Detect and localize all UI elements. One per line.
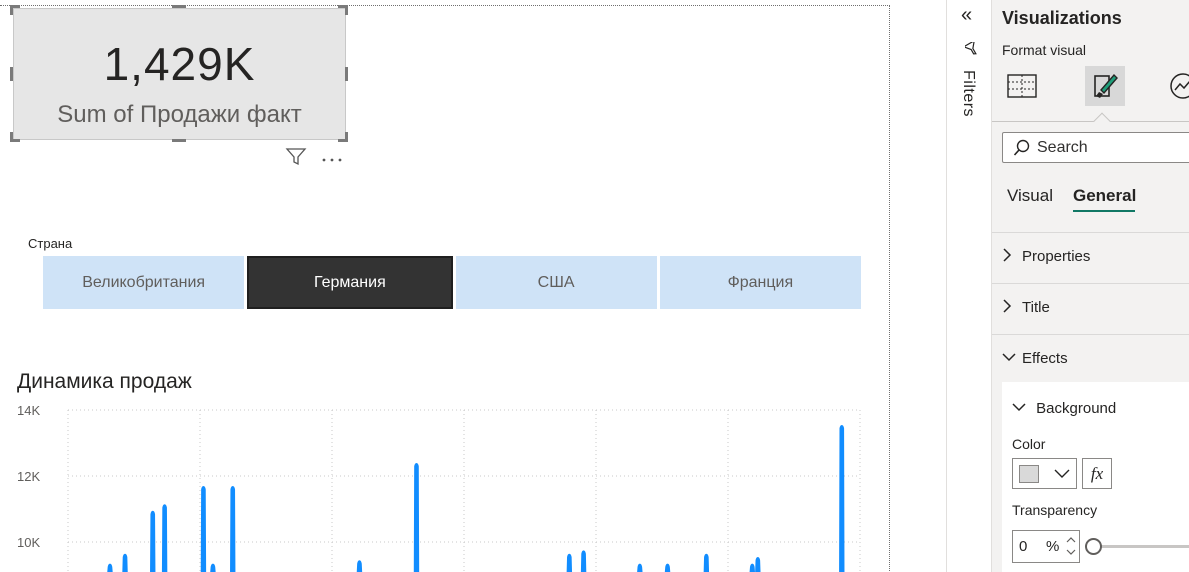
sales-line-chart[interactable]: 14K 12K 10K: [0, 395, 890, 572]
line-spike[interactable]: [200, 486, 207, 572]
color-swatch: [1019, 465, 1039, 483]
report-canvas[interactable]: 1,429K Sum of Продажи факт Страна Велико…: [0, 0, 946, 572]
filters-pane[interactable]: « Filters: [946, 0, 991, 572]
tab-visual[interactable]: Visual: [1007, 186, 1053, 206]
section-properties[interactable]: Properties: [992, 232, 1189, 282]
collapse-panes-icon[interactable]: «: [961, 4, 972, 27]
resize-handle-top-left[interactable]: [10, 5, 13, 15]
line-spike[interactable]: [664, 563, 671, 572]
background-card: Background Color fx Transparency 0 %: [1002, 382, 1189, 572]
tools-divider: [992, 121, 1189, 122]
active-tab-underline: [1073, 210, 1135, 212]
chart-title: Динамика продаж: [17, 370, 192, 393]
line-spike[interactable]: [230, 486, 236, 572]
section-label: Title: [1022, 299, 1050, 316]
y-tick-label: 12K: [17, 469, 40, 484]
line-spike[interactable]: [150, 510, 156, 572]
more-options-icon[interactable]: [321, 150, 343, 168]
fields-grid-icon: [1007, 74, 1037, 98]
tab-general[interactable]: General: [1073, 186, 1136, 206]
chevron-down-icon: [1012, 400, 1030, 417]
line-spike[interactable]: [210, 563, 216, 572]
slicer-option-germany[interactable]: Германия: [247, 256, 453, 309]
country-slicer: Великобритания Германия США Франция: [43, 256, 861, 309]
resize-handle-top[interactable]: [172, 5, 186, 8]
chevron-right-icon: [1002, 248, 1012, 265]
slicer-option-usa[interactable]: США: [455, 256, 657, 309]
line-spike[interactable]: [356, 560, 363, 572]
build-visual-tab[interactable]: [1002, 66, 1042, 106]
power-bi-report-editor: 1,429K Sum of Продажи факт Страна Велико…: [0, 0, 1189, 572]
y-tick-label: 14K: [17, 403, 40, 418]
transparency-unit: %: [1046, 538, 1060, 555]
line-spike[interactable]: [637, 563, 643, 572]
transparency-value: 0: [1019, 538, 1028, 555]
background-label: Background: [1036, 400, 1117, 417]
line-spike[interactable]: [703, 553, 710, 572]
kpi-card[interactable]: 1,429K Sum of Продажи факт: [13, 8, 346, 140]
color-label: Color: [1012, 436, 1046, 452]
resize-handle-bottom[interactable]: [172, 139, 186, 142]
background-header[interactable]: Background: [1012, 400, 1116, 417]
analytics-icon: [1170, 73, 1189, 99]
pane-title: Visualizations: [1002, 8, 1122, 28]
search-icon: [1013, 139, 1031, 162]
format-visual-label: Format visual: [1002, 42, 1087, 58]
chevron-down-icon: [1002, 350, 1016, 366]
transparency-input[interactable]: 0 %: [1012, 530, 1080, 563]
line-spike[interactable]: [413, 462, 420, 572]
resize-handle-right[interactable]: [345, 67, 348, 81]
color-picker[interactable]: [1012, 458, 1077, 489]
chevron-right-icon: [1002, 299, 1012, 316]
resize-handle-bottom-right[interactable]: [345, 132, 348, 142]
filter-icon[interactable]: [285, 147, 307, 172]
section-label: Properties: [1022, 248, 1091, 265]
line-spike[interactable]: [755, 557, 761, 572]
line-spike[interactable]: [161, 504, 168, 572]
kpi-value: 1,429K: [103, 38, 256, 90]
filters-pane-label[interactable]: Filters: [959, 70, 977, 117]
kpi-label: Sum of Продажи факт: [57, 101, 302, 128]
filter-pane-icon: [962, 39, 979, 59]
line-spike[interactable]: [749, 563, 755, 572]
format-brush-icon: [1094, 73, 1118, 98]
resize-handle-top-right[interactable]: [345, 5, 348, 15]
transparency-slider-thumb[interactable]: [1085, 538, 1102, 555]
line-spike[interactable]: [839, 425, 845, 572]
resize-handle-left[interactable]: [10, 67, 13, 81]
transparency-label: Transparency: [1012, 502, 1098, 518]
spin-buttons-icon[interactable]: [1065, 534, 1077, 562]
visual-header-icons: [285, 147, 343, 172]
slicer-option-france[interactable]: Франция: [659, 256, 861, 309]
section-label: Effects: [1022, 350, 1068, 367]
line-spike[interactable]: [122, 553, 128, 572]
visualizations-pane: Visualizations Format visual Search Visu…: [991, 0, 1189, 572]
y-tick-label: 10K: [17, 535, 40, 550]
resize-handle-bottom-left[interactable]: [10, 132, 13, 142]
conditional-format-button[interactable]: fx: [1082, 458, 1112, 489]
search-input[interactable]: [1037, 137, 1189, 159]
format-visual-tab[interactable]: [1085, 66, 1125, 106]
active-tool-indicator: [1093, 112, 1111, 130]
analytics-tab[interactable]: [1162, 66, 1189, 106]
search-box[interactable]: [1002, 132, 1189, 163]
section-title[interactable]: Title: [992, 283, 1189, 333]
chevron-down-icon: [1053, 464, 1071, 487]
slicer-option-uk[interactable]: Великобритания: [43, 256, 245, 309]
section-effects[interactable]: Effects: [992, 334, 1189, 384]
line-spike[interactable]: [580, 550, 587, 572]
slicer-title: Страна: [28, 236, 73, 251]
line-spike[interactable]: [566, 553, 573, 572]
line-spike[interactable]: [107, 563, 113, 572]
